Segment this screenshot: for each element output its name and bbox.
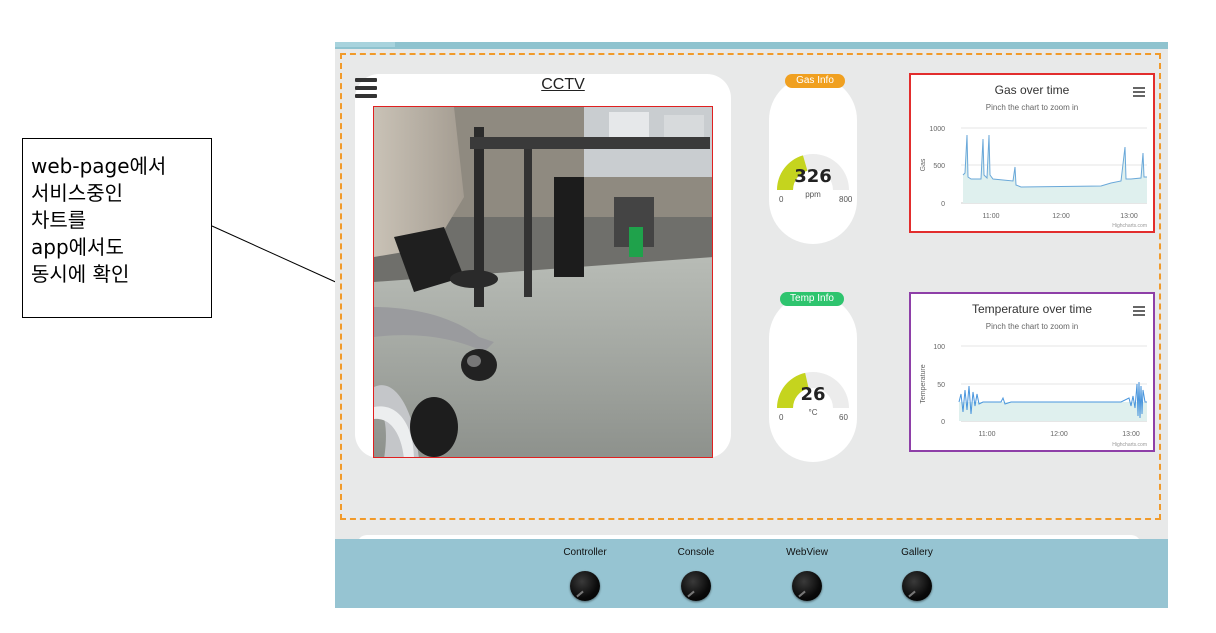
gas-min: 0	[779, 195, 784, 204]
gallery-knob-icon[interactable]	[902, 571, 932, 601]
temp-ytick: 0	[941, 419, 945, 426]
temp-xtick: 11:00	[979, 431, 996, 438]
gas-ylabel: Gas	[920, 158, 927, 171]
gas-max: 800	[839, 195, 853, 204]
temp-value: 26	[800, 384, 826, 405]
annotation-line: 차트를	[31, 208, 87, 232]
temp-ylabel: Temperature	[920, 364, 927, 403]
gas-gauge-card: 326 ppm 0 800	[769, 76, 857, 244]
gas-chart-card[interactable]: Gas over time Pinch the chart to zoom in…	[909, 73, 1155, 233]
controller-knob-icon[interactable]	[570, 571, 600, 601]
gas-ytick: 0	[941, 201, 945, 208]
nav-webview[interactable]: WebView	[762, 539, 852, 608]
temp-max: 60	[839, 413, 848, 422]
annotation-callout: web-page에서 서비스중인 차트를 app에서도 동시에 확인	[22, 138, 212, 318]
nav-webview-label: WebView	[786, 547, 828, 558]
temp-gauge-dial	[777, 372, 849, 408]
screenshot-stage: web-page에서 서비스중인 차트를 app에서도 동시에 확인 CCTV	[0, 0, 1216, 633]
gas-chart-plot: 1000 500 0 Gas 11:00 12:00 13:00	[920, 126, 1147, 220]
cctv-title: CCTV	[541, 76, 585, 93]
chart-credit: Highcharts.com	[1112, 442, 1147, 448]
nav-console[interactable]: Console	[651, 539, 741, 608]
nav-controller[interactable]: Controller	[540, 539, 630, 608]
temp-ytick: 50	[937, 382, 945, 389]
temp-xtick: 12:00	[1050, 431, 1068, 438]
console-knob-icon[interactable]	[681, 571, 711, 601]
gas-value: 326	[794, 166, 832, 187]
gas-xtick: 12:00	[1052, 213, 1070, 220]
gas-ytick: 1000	[929, 126, 945, 133]
temp-min: 0	[779, 413, 784, 422]
temp-info-badge: Temp Info	[780, 292, 844, 306]
nav-gallery[interactable]: Gallery	[872, 539, 962, 608]
temp-chart-card[interactable]: Temperature over time Pinch the chart to…	[909, 292, 1155, 452]
temp-ytick: 100	[933, 344, 945, 351]
nav-controller-label: Controller	[563, 547, 607, 558]
annotation-line: 동시에 확인	[31, 262, 130, 286]
annotation-line: 서비스중인	[31, 181, 123, 205]
nav-console-label: Console	[677, 547, 715, 558]
temp-xtick: 13:00	[1122, 431, 1140, 438]
app-top-tab	[335, 42, 395, 47]
gas-xtick: 11:00	[983, 213, 1000, 220]
webview-knob-icon[interactable]	[792, 571, 822, 601]
app-top-bar	[335, 42, 1168, 49]
temp-gauge-card: 26 °C 0 60	[769, 294, 857, 462]
bottom-navigation: Controller Console WebView Gallery	[335, 539, 1168, 608]
gas-xtick: 13:00	[1120, 213, 1138, 220]
gas-ytick: 500	[933, 163, 945, 170]
annotation-line: web-page에서	[31, 154, 167, 178]
annotation-line: app에서도	[31, 235, 124, 259]
app-screen: CCTV 326 ppm 0 800 Gas Info 26 °C 0 60 T…	[335, 42, 1168, 608]
gas-gauge-dial	[777, 154, 849, 190]
gas-info-badge: Gas Info	[785, 74, 845, 88]
camera-image	[374, 107, 712, 457]
temp-chart-plot: 100 50 0 Temperature 11:00 12:00 13:00	[920, 344, 1147, 438]
cctv-video-feed[interactable]	[373, 106, 713, 458]
chart-credit: Highcharts.com	[1112, 223, 1147, 229]
nav-gallery-label: Gallery	[901, 547, 933, 558]
